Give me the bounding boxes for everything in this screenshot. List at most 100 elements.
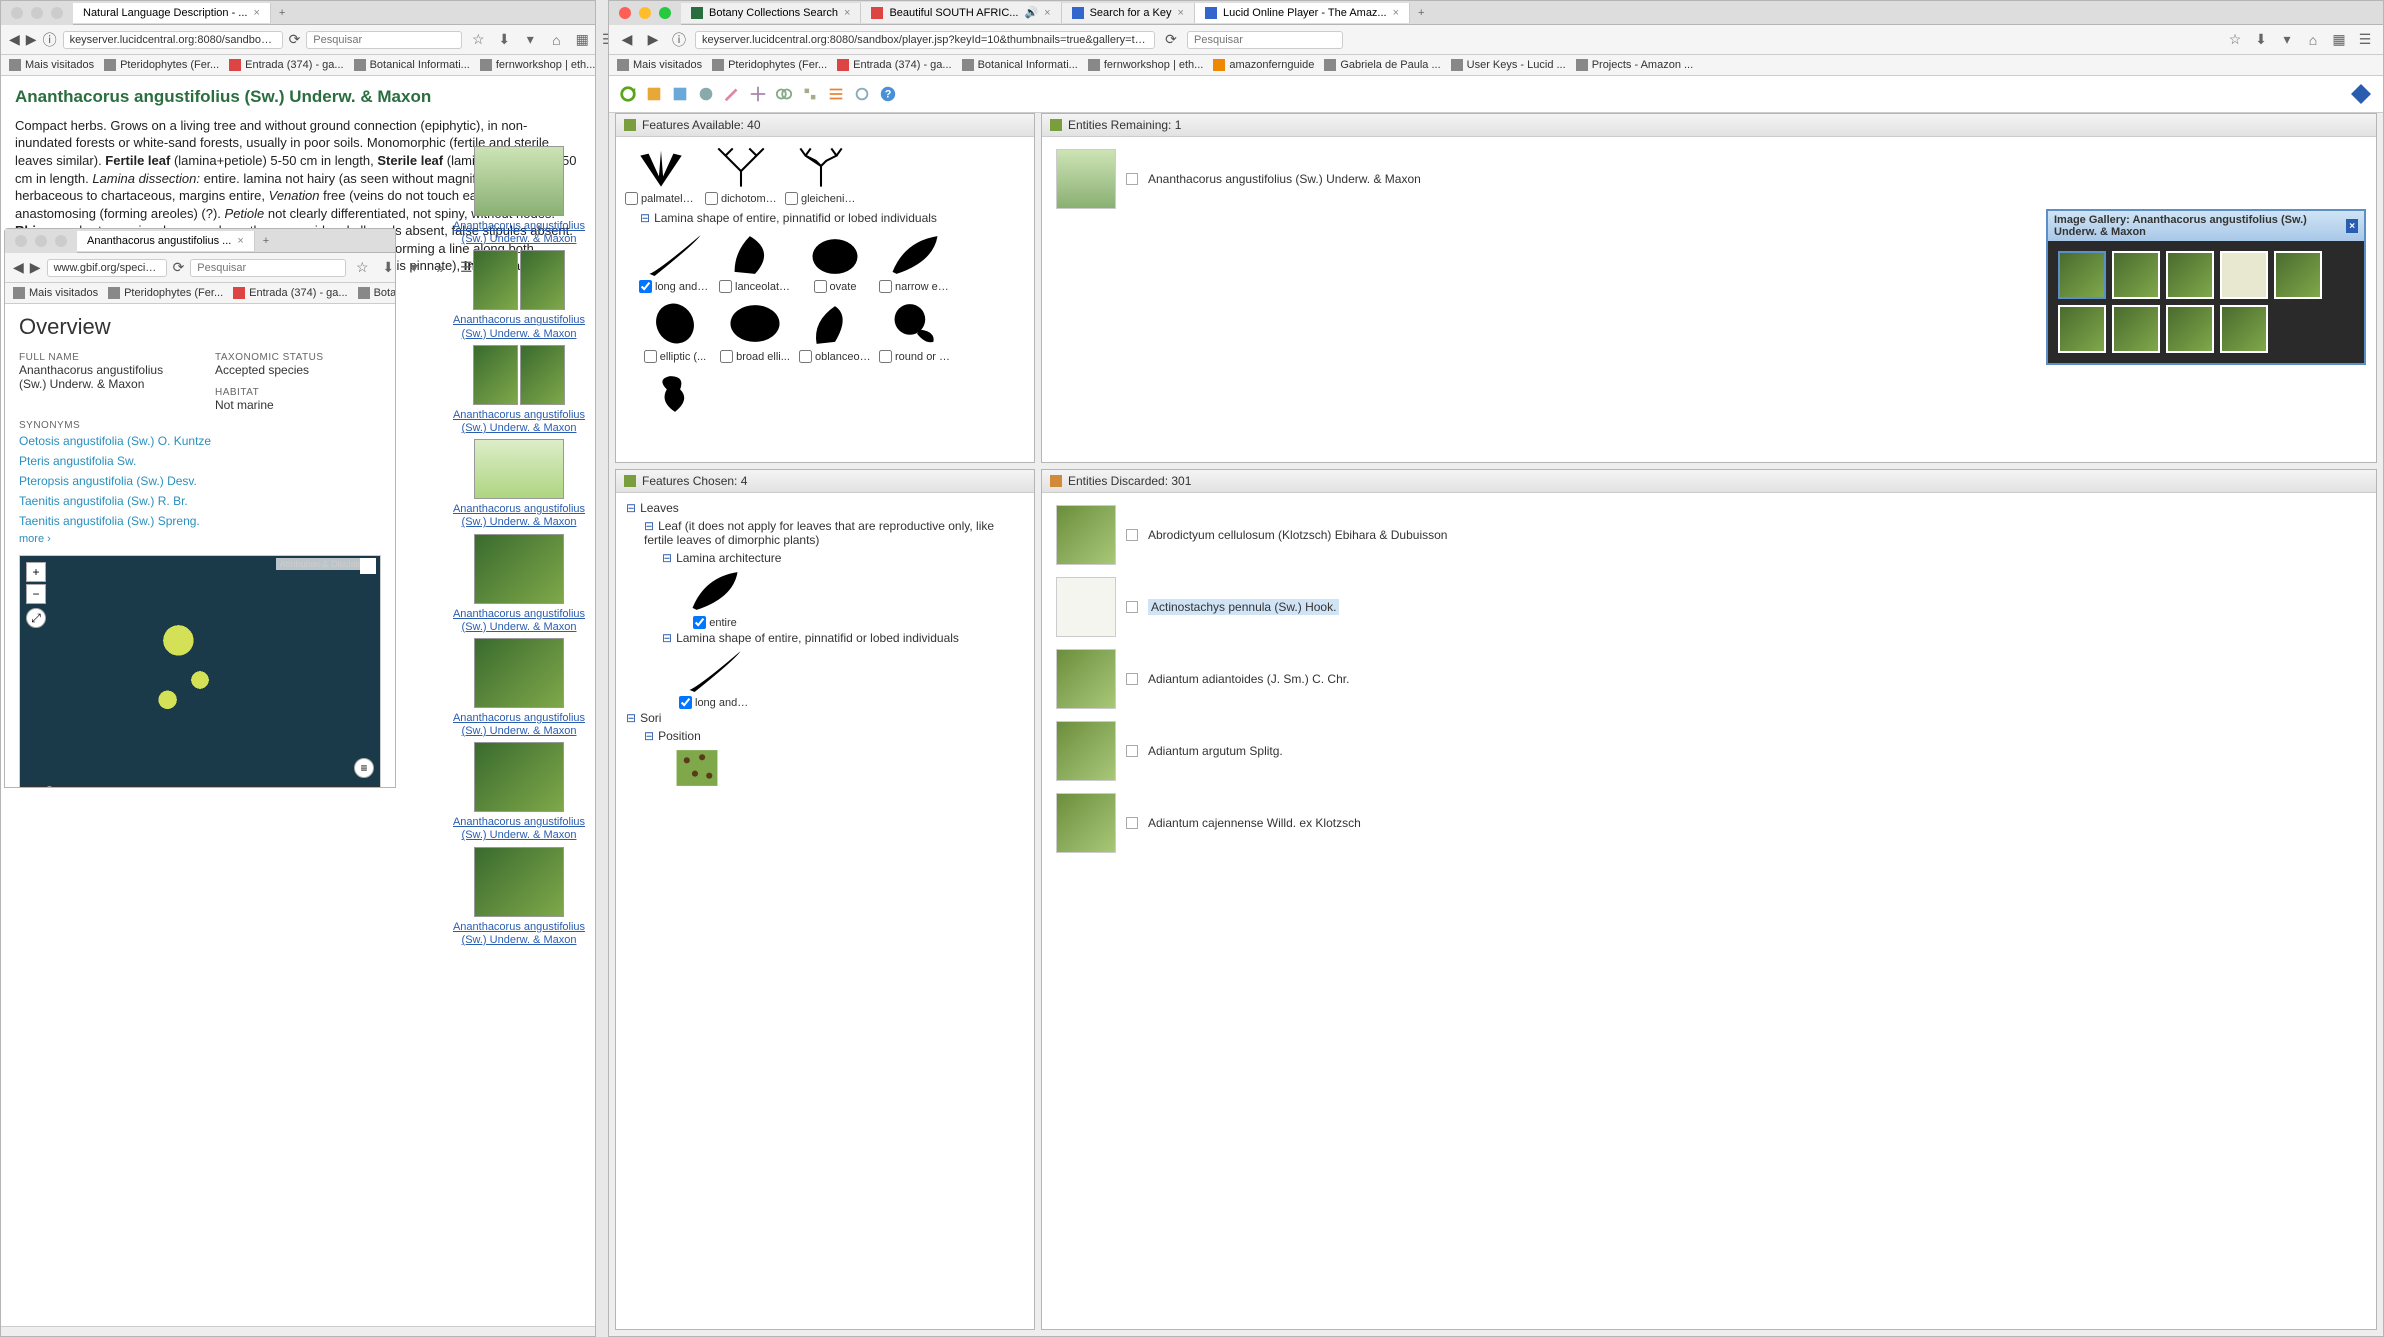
collapse-icon[interactable]: ⊟ (626, 711, 636, 725)
entity-thumbnail[interactable] (1056, 721, 1116, 781)
close-tab-icon[interactable]: × (237, 235, 243, 247)
tree-node[interactable]: ⊟Lamina architecture (662, 549, 1024, 567)
maximize-window-icon[interactable] (55, 235, 67, 247)
close-tab-icon[interactable]: × (253, 7, 259, 19)
bookmark-item[interactable]: Mais visitados (617, 59, 702, 71)
feature-checkbox[interactable] (785, 192, 798, 205)
feature-option[interactable]: long and n... (640, 231, 710, 293)
synonym-link[interactable]: Pteropsis angustifolia (Sw.) Desv. (19, 471, 381, 491)
maximize-window-icon[interactable] (659, 7, 671, 19)
image-caption-link[interactable]: Ananthacorus angustifolius (Sw.) Underw.… (449, 712, 589, 738)
feature-checkbox[interactable] (693, 616, 706, 629)
close-tab-icon[interactable]: × (844, 7, 850, 19)
tab-search-key[interactable]: Search for a Key× (1062, 3, 1195, 23)
bookmark-item[interactable]: fernworkshop | eth... (480, 59, 595, 71)
image-caption-link[interactable]: Ananthacorus angustifolius (Sw.) Underw.… (449, 608, 589, 634)
collapse-icon[interactable]: ⊟ (662, 631, 672, 645)
search-input[interactable] (190, 259, 346, 277)
close-window-icon[interactable] (11, 7, 23, 19)
forward-button[interactable]: ▶ (26, 30, 37, 50)
menu-icon[interactable]: ☰ (456, 258, 476, 278)
tree-node[interactable]: ⊟Leaf (it does not apply for leaves that… (644, 517, 1024, 549)
pocket-icon[interactable]: ⬇ (494, 30, 514, 50)
tab-youtube[interactable]: Beautiful SOUTH AFRIC...🔊× (861, 2, 1061, 23)
feature-option[interactable]: broad elli... (720, 301, 790, 363)
url-input[interactable]: keyserver.lucidcentral.org:8080/sandbox/… (63, 31, 283, 49)
feature-option[interactable]: dichotomou... (706, 143, 776, 205)
entity-thumbnail[interactable] (1056, 649, 1116, 709)
url-input[interactable]: keyserver.lucidcentral.org:8080/sandbox/… (695, 31, 1155, 49)
new-tab-button[interactable]: + (255, 235, 277, 247)
feature-checkbox[interactable] (720, 350, 733, 363)
close-window-icon[interactable] (15, 235, 27, 247)
reload-button[interactable]: ⟳ (1161, 30, 1181, 50)
image-caption-link[interactable]: Ananthacorus angustifolius (Sw.) Underw.… (449, 816, 589, 842)
bookmark-item[interactable]: Gabriela de Paula ... (1324, 59, 1440, 71)
entity-item[interactable]: Actinostachys pennula (Sw.) Hook. (1052, 571, 2366, 643)
next-best-icon[interactable] (671, 85, 689, 103)
new-tab-button[interactable]: + (1410, 7, 1432, 19)
star-icon[interactable]: ☆ (468, 30, 488, 50)
bookmark-item[interactable]: Mais visitados (9, 59, 94, 71)
feature-option[interactable]: palmately ... (626, 143, 696, 205)
image-caption-link[interactable]: Ananthacorus angustifolius (Sw.) Underw.… (449, 409, 589, 435)
gallery-image[interactable] (2220, 251, 2268, 299)
collapse-icon[interactable]: ⊟ (644, 519, 654, 533)
feature-checkbox[interactable] (814, 280, 827, 293)
subsets-icon[interactable] (801, 85, 819, 103)
image-caption-link[interactable]: Ananthacorus angustifolius (Sw.) Underw.… (449, 921, 589, 947)
tree-node[interactable]: ⊟Leaves (626, 499, 1024, 517)
search-input[interactable] (306, 31, 462, 49)
overflow-icon[interactable]: » (430, 258, 450, 278)
close-tab-icon[interactable]: × (1178, 7, 1184, 19)
bookmark-item[interactable]: Pteridophytes (Fer... (712, 59, 827, 71)
map-layers-button[interactable]: ≡ (354, 758, 374, 778)
downloads-icon[interactable]: ▾ (404, 258, 424, 278)
feature-option[interactable]: elliptic (... (640, 301, 710, 363)
new-tab-button[interactable]: + (271, 7, 293, 19)
distribution-map[interactable]: + − ⤢ ≡ Attribution & Disclaimer ▼ Pre 1… (19, 555, 381, 787)
best-icon[interactable] (645, 85, 663, 103)
feature-option[interactable]: narrow ell... (880, 231, 950, 293)
back-button[interactable]: ◀ (13, 258, 24, 278)
species-image[interactable] (520, 250, 565, 310)
horizontal-scrollbar[interactable] (1, 1326, 595, 1336)
back-button[interactable]: ◀ (9, 30, 20, 50)
minimize-window-icon[interactable] (639, 7, 651, 19)
entity-item[interactable]: Abrodictyum cellulosum (Klotzsch) Ebihar… (1052, 499, 2366, 571)
map-timeline[interactable]: ▼ Pre 1900 1900s 1910s 1920s 1930s 1940s… (20, 786, 380, 787)
image-caption-link[interactable]: Ananthacorus angustifolius (Sw.) Underw.… (449, 503, 589, 529)
feature-checkbox[interactable] (879, 350, 892, 363)
downloads-icon[interactable]: ▾ (520, 30, 540, 50)
image-caption-link[interactable]: Ananthacorus angustifolius (Sw.) Underw.… (449, 314, 589, 340)
feature-option[interactable]: gleichenia... (786, 143, 856, 205)
bookmark-item[interactable]: Entrada (374) - ga... (233, 287, 347, 299)
menu-icon[interactable]: ☰ (2355, 30, 2375, 50)
wand-icon[interactable] (723, 85, 741, 103)
feature-option[interactable] (640, 371, 710, 417)
bookmark-item[interactable]: Mais visitados (13, 287, 98, 299)
entity-thumbnail[interactable] (1056, 149, 1116, 209)
entity-thumbnail[interactable] (1056, 793, 1116, 853)
info-page-icon[interactable] (1126, 601, 1138, 613)
pocket-icon[interactable]: ⬇ (378, 258, 398, 278)
help-icon[interactable]: ? (879, 85, 897, 103)
chosen-feature[interactable] (662, 745, 732, 791)
grid-icon[interactable]: ▦ (2329, 30, 2349, 50)
feature-checkbox[interactable] (679, 696, 692, 709)
back-button[interactable]: ◀ (617, 30, 637, 50)
restart-key-icon[interactable] (619, 85, 637, 103)
info-page-icon[interactable] (1126, 529, 1138, 541)
collapse-icon[interactable]: ⊟ (662, 551, 672, 565)
home-icon[interactable]: ⌂ (2303, 30, 2323, 50)
info-page-icon[interactable] (1126, 745, 1138, 757)
downloads-icon[interactable]: ▾ (2277, 30, 2297, 50)
url-input[interactable]: www.gbif.org/species/26 (47, 259, 167, 277)
info-page-icon[interactable] (1126, 673, 1138, 685)
list-view-icon[interactable] (827, 85, 845, 103)
bookmark-item[interactable]: Entrada (374) - ga... (837, 59, 951, 71)
entity-item[interactable]: Adiantum cajennense Willd. ex Klotzsch (1052, 787, 2366, 859)
tree-node[interactable]: ⊟Lamina shape of entire, pinnatifid or l… (662, 629, 1024, 647)
chosen-feature[interactable]: entire (680, 567, 750, 629)
bookmark-item[interactable]: amazonfernguide (1213, 59, 1314, 71)
